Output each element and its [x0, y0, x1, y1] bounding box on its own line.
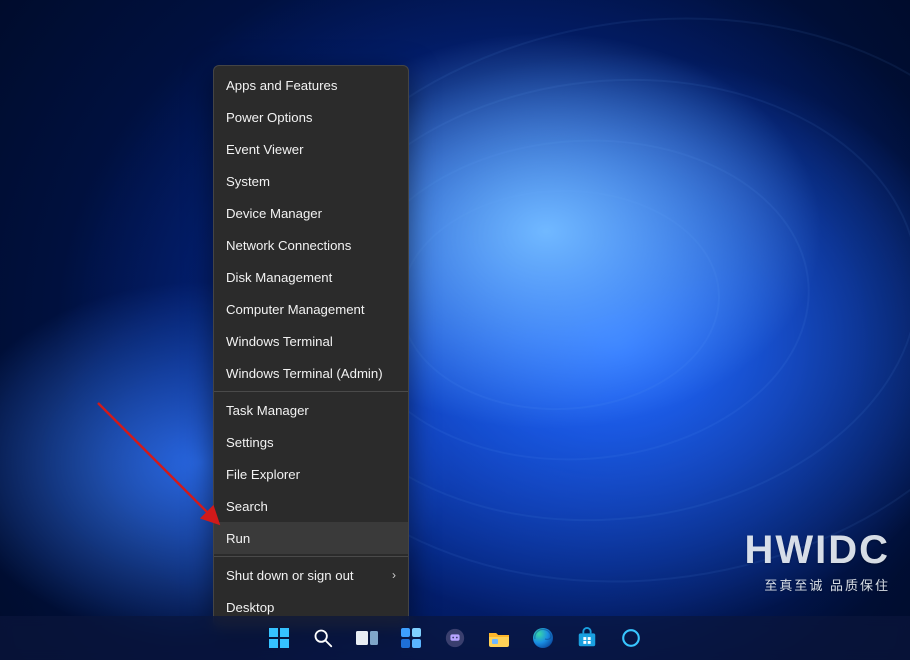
taskbar-widgets-button[interactable]: [396, 623, 426, 653]
taskbar-start-button[interactable]: [264, 623, 294, 653]
watermark-subtitle: 至真至诚 品质保住: [744, 575, 890, 594]
menu-item-task-manager[interactable]: Task Manager: [214, 394, 408, 426]
menu-item-label: Desktop: [226, 600, 274, 615]
menu-item-label: Network Connections: [226, 238, 351, 253]
menu-item-run[interactable]: Run: [214, 522, 408, 554]
chat-icon: [444, 627, 466, 649]
menu-item-computer-management[interactable]: Computer Management: [214, 293, 408, 325]
taskbar-search-button[interactable]: [308, 623, 338, 653]
task-view-icon: [355, 628, 379, 648]
menu-item-label: File Explorer: [226, 467, 300, 482]
menu-item-shut-down-or-sign-out[interactable]: Shut down or sign out ›: [214, 559, 408, 591]
menu-item-power-options[interactable]: Power Options: [214, 101, 408, 133]
search-icon: [312, 627, 334, 649]
menu-separator: [214, 391, 408, 392]
chevron-right-icon: ›: [392, 568, 396, 582]
store-icon: [576, 627, 598, 649]
menu-item-file-explorer[interactable]: File Explorer: [214, 458, 408, 490]
windows-logo-icon: [268, 627, 290, 649]
menu-item-label: Windows Terminal: [226, 334, 333, 349]
menu-item-label: System: [226, 174, 270, 189]
edge-icon: [531, 626, 555, 650]
menu-item-label: Task Manager: [226, 403, 309, 418]
menu-item-label: Search: [226, 499, 268, 514]
widgets-icon: [400, 627, 422, 649]
menu-item-label: Windows Terminal (Admin): [226, 366, 383, 381]
winx-context-menu: Apps and Features Power Options Event Vi…: [213, 65, 409, 627]
menu-item-disk-management[interactable]: Disk Management: [214, 261, 408, 293]
watermark-title: HWIDC: [744, 528, 890, 573]
watermark: HWIDC 至真至诚 品质保住: [744, 528, 890, 594]
menu-item-label: Device Manager: [226, 206, 322, 221]
menu-item-device-manager[interactable]: Device Manager: [214, 197, 408, 229]
taskbar-task-view-button[interactable]: [352, 623, 382, 653]
menu-item-apps-and-features[interactable]: Apps and Features: [214, 69, 408, 101]
menu-item-windows-terminal-admin[interactable]: Windows Terminal (Admin): [214, 357, 408, 389]
menu-item-label: Run: [226, 531, 250, 546]
taskbar-store-button[interactable]: [572, 623, 602, 653]
taskbar-cortana-button[interactable]: [616, 623, 646, 653]
menu-item-windows-terminal[interactable]: Windows Terminal: [214, 325, 408, 357]
menu-item-label: Computer Management: [226, 302, 365, 317]
menu-item-system[interactable]: System: [214, 165, 408, 197]
menu-item-label: Event Viewer: [226, 142, 303, 157]
menu-item-network-connections[interactable]: Network Connections: [214, 229, 408, 261]
menu-item-search[interactable]: Search: [214, 490, 408, 522]
menu-item-label: Apps and Features: [226, 78, 337, 93]
cortana-icon: [620, 627, 642, 649]
folder-icon: [487, 628, 511, 648]
menu-item-label: Shut down or sign out: [226, 568, 354, 583]
menu-item-label: Disk Management: [226, 270, 332, 285]
menu-item-event-viewer[interactable]: Event Viewer: [214, 133, 408, 165]
menu-item-settings[interactable]: Settings: [214, 426, 408, 458]
taskbar-edge-button[interactable]: [528, 623, 558, 653]
taskbar-file-explorer-button[interactable]: [484, 623, 514, 653]
taskbar: [0, 616, 910, 660]
menu-item-label: Settings: [226, 435, 274, 450]
menu-item-label: Power Options: [226, 110, 313, 125]
menu-separator: [214, 556, 408, 557]
taskbar-chat-button[interactable]: [440, 623, 470, 653]
